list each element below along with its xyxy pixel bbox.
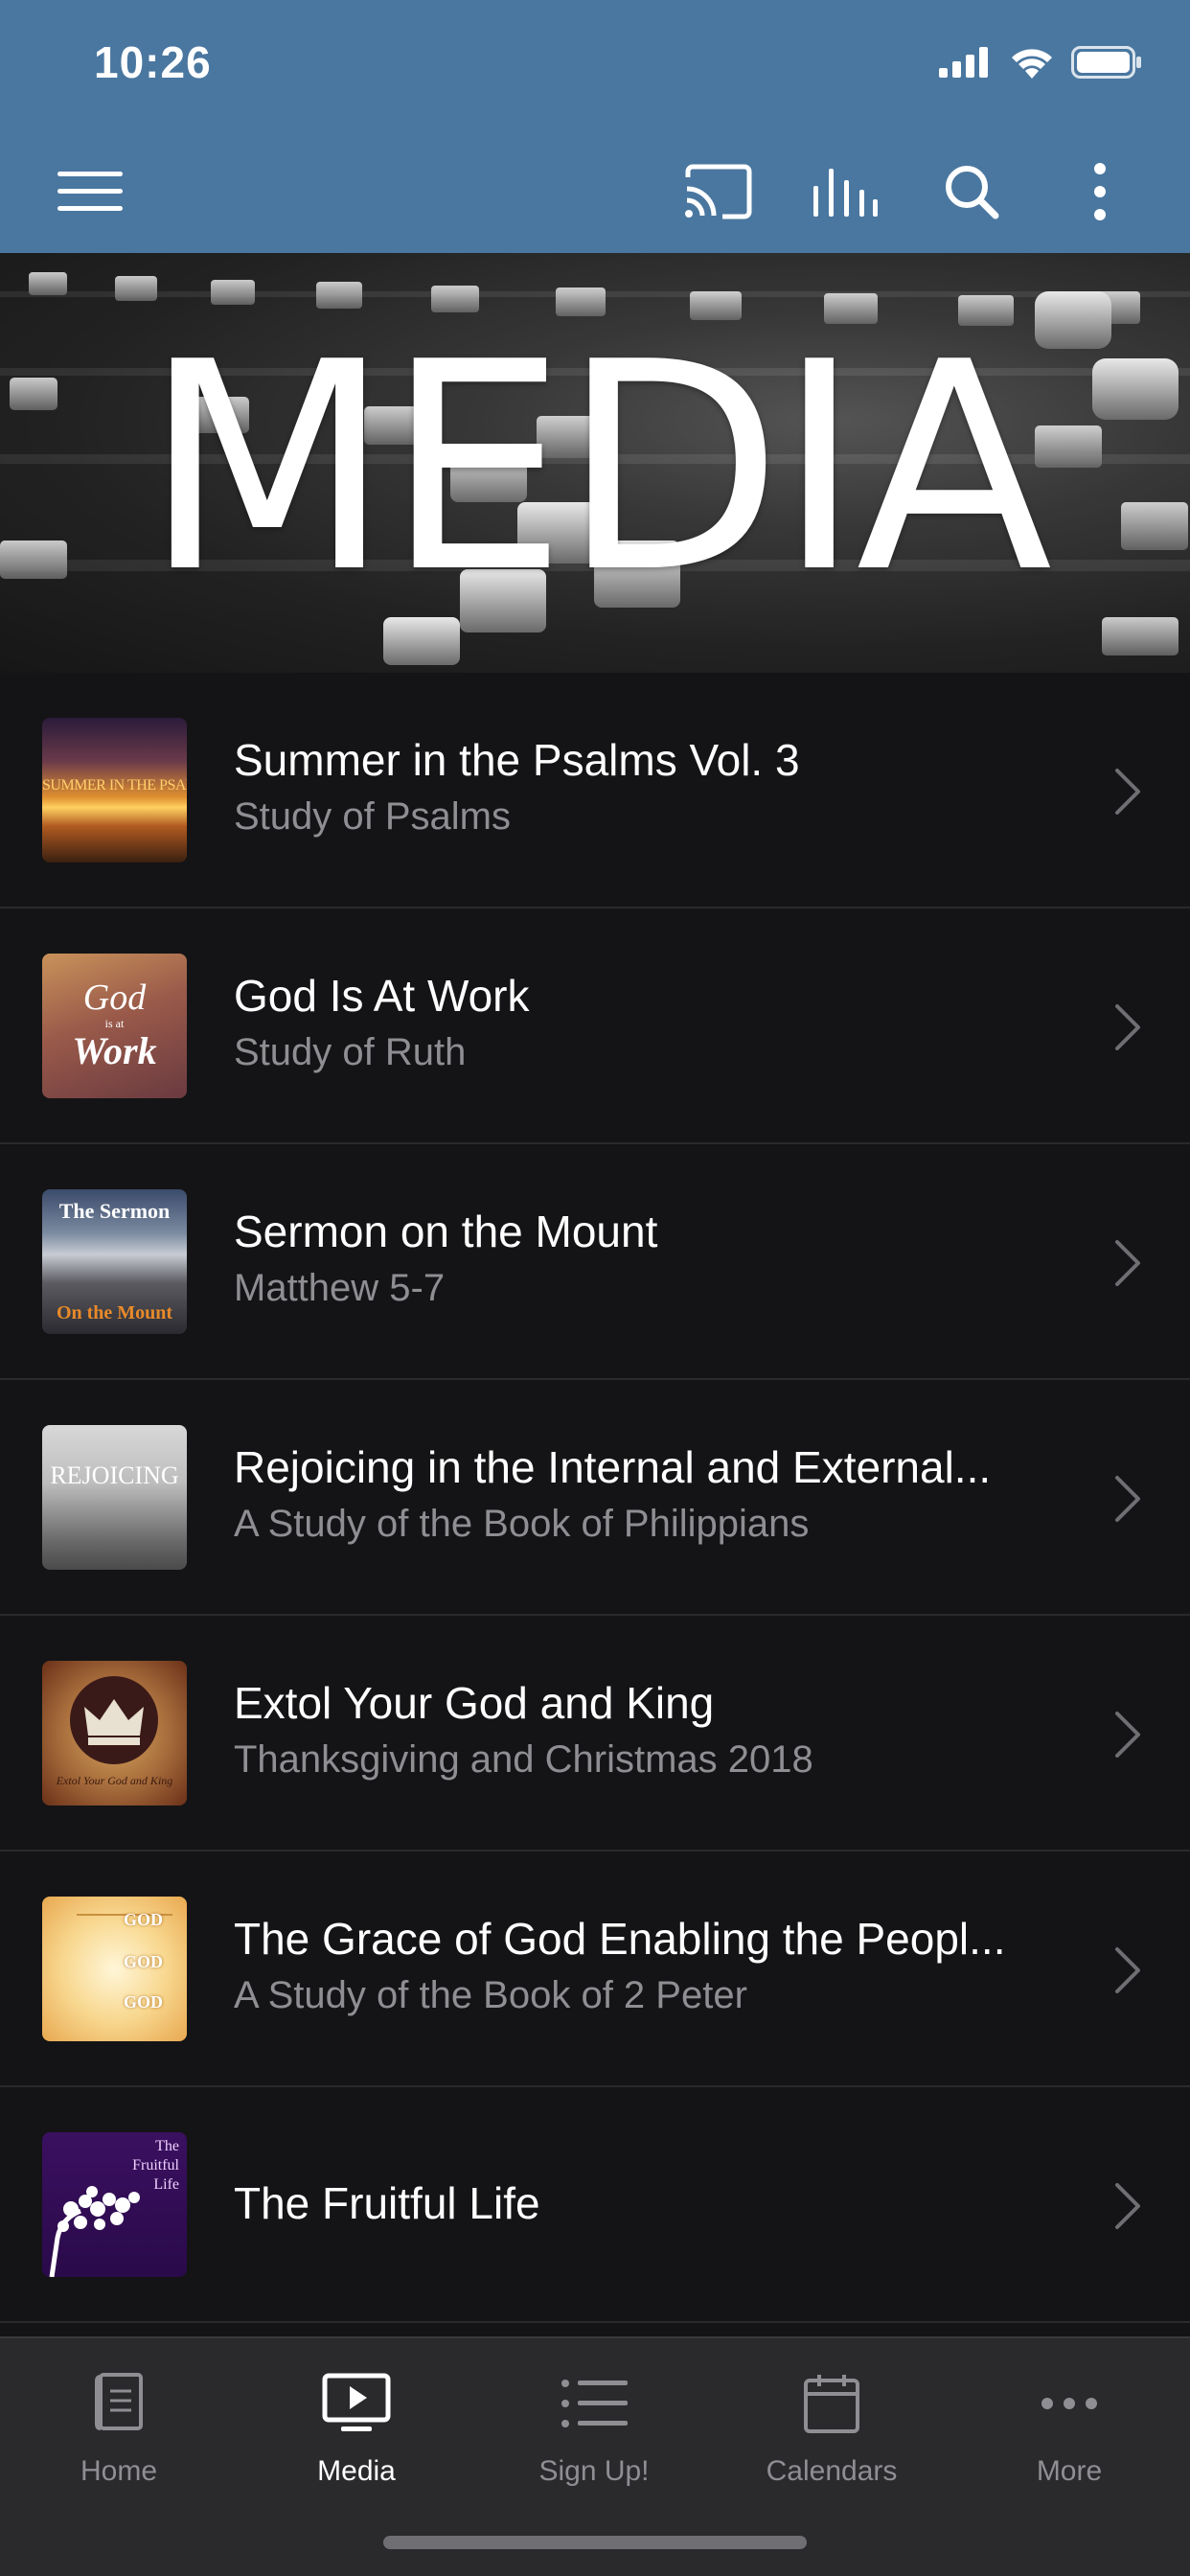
list-icon (561, 2365, 628, 2442)
book-icon (93, 2365, 145, 2442)
tab-label: Media (317, 2455, 396, 2487)
audio-button[interactable] (805, 153, 885, 230)
tab-label: Home (80, 2455, 158, 2487)
series-artwork: REJOICING (42, 1425, 187, 1570)
item-title: Rejoicing in the Internal and External..… (234, 1442, 992, 1492)
series-artwork: SUMMER IN THE PSALMS (42, 718, 187, 862)
list-item[interactable]: REJOICING Rejoicing in the Internal and … (0, 1380, 1190, 1616)
series-artwork: The Sermon On the Mount (42, 1189, 187, 1334)
chevron-right-icon (1115, 1476, 1140, 1522)
item-subtitle: Study of Ruth (234, 1031, 467, 1073)
artwork-text: SUMMER IN THE PSALMS (42, 777, 187, 794)
status-icons (939, 46, 1142, 79)
artwork-text: GOD (123, 1952, 163, 1971)
media-list: SUMMER IN THE PSALMS Summer in the Psalm… (0, 673, 1190, 2323)
top-header: 10:26 (0, 0, 1190, 253)
chevron-right-icon (1115, 769, 1140, 815)
artwork-text: The Sermon (58, 1199, 171, 1223)
list-item[interactable]: God is at Work God Is At Work Study of R… (0, 908, 1190, 1144)
artwork-text: Work (72, 1029, 157, 1072)
list-item[interactable]: The Fruitful Life The Fruitful Life (0, 2087, 1190, 2323)
calendar-icon (803, 2365, 860, 2442)
menu-button[interactable] (48, 153, 132, 230)
tab-media[interactable]: Media (238, 2338, 475, 2530)
artwork-text: REJOICING (50, 1461, 179, 1489)
tab-sign-up[interactable]: Sign Up! (475, 2338, 713, 2530)
list-item[interactable]: The Sermon On the Mount Sermon on the Mo… (0, 1144, 1190, 1380)
search-button[interactable] (931, 153, 1012, 230)
media-screen: 10:26 MEDIA SUMMER IN THE PSA Summer in … (0, 0, 1190, 2576)
artwork-text: Fruitful (132, 2157, 179, 2174)
list-item[interactable]: SUMMER IN THE PSALMS Summer in the Psalm… (0, 673, 1190, 908)
chevron-right-icon (1115, 1947, 1140, 1993)
artwork-text: God (82, 978, 147, 1018)
tab-more[interactable]: More (950, 2338, 1188, 2530)
equalizer-icon (813, 169, 878, 217)
more-horizontal-icon (1041, 2365, 1098, 2442)
tab-label: More (1036, 2455, 1103, 2487)
banner-title: MEDIA (143, 300, 1052, 635)
artwork-text: Extol Your God and King (56, 1774, 173, 1787)
media-banner: MEDIA (0, 253, 1190, 673)
series-artwork: God is at Work (42, 954, 187, 1098)
status-time: 10:26 (94, 37, 212, 87)
item-title: The Fruitful Life (234, 2178, 540, 2228)
cast-button[interactable] (678, 153, 759, 230)
item-title: The Grace of God Enabling the Peopl... (234, 1914, 1006, 1964)
wifi-icon (1012, 49, 1052, 79)
series-artwork: The Fruitful Life (42, 2132, 187, 2277)
chevron-right-icon (1115, 1240, 1140, 1286)
tab-label: Sign Up! (538, 2455, 650, 2487)
home-indicator (383, 2536, 807, 2549)
item-title: Extol Your God and King (234, 1678, 715, 1728)
item-subtitle: Matthew 5-7 (234, 1267, 446, 1309)
tab-calendars[interactable]: Calendars (713, 2338, 950, 2530)
battery-icon (1071, 46, 1141, 79)
more-options-button[interactable] (1062, 153, 1138, 230)
signal-icon (939, 47, 988, 78)
toolbar (0, 153, 1190, 230)
chevron-right-icon (1115, 1712, 1140, 1758)
series-artwork: GOD GOD GOD (42, 1897, 187, 2041)
item-title: God Is At Work (234, 971, 530, 1021)
chevron-right-icon (1115, 2183, 1140, 2229)
item-subtitle: Study of Psalms (234, 795, 512, 838)
item-subtitle: A Study of the Book of Philippians (234, 1503, 810, 1545)
series-artwork: Extol Your God and King (42, 1661, 187, 1806)
chevron-right-icon (1115, 1004, 1140, 1050)
list-item[interactable]: Extol Your God and King Extol Your God a… (0, 1616, 1190, 1852)
artwork-text: The (155, 2138, 179, 2154)
artwork-text: GOD (123, 1992, 163, 2012)
cast-icon (685, 164, 752, 219)
tab-label: Calendars (766, 2455, 898, 2487)
hamburger-menu-icon (57, 172, 123, 211)
artwork-text: GOD (123, 1910, 163, 1929)
item-title: Summer in the Psalms Vol. 3 (234, 735, 800, 785)
list-item[interactable]: GOD GOD GOD The Grace of God Enabling th… (0, 1852, 1190, 2087)
item-subtitle: Thanksgiving and Christmas 2018 (234, 1738, 813, 1781)
search-icon (946, 166, 999, 219)
tab-home[interactable]: Home (0, 2338, 238, 2530)
artwork-text: On the Mount (56, 1302, 173, 1323)
artwork-text: Life (153, 2176, 179, 2193)
play-screen-icon (322, 2365, 391, 2442)
item-title: Sermon on the Mount (234, 1207, 658, 1256)
item-subtitle: A Study of the Book of 2 Peter (234, 1974, 747, 2016)
more-vertical-icon (1094, 163, 1106, 220)
